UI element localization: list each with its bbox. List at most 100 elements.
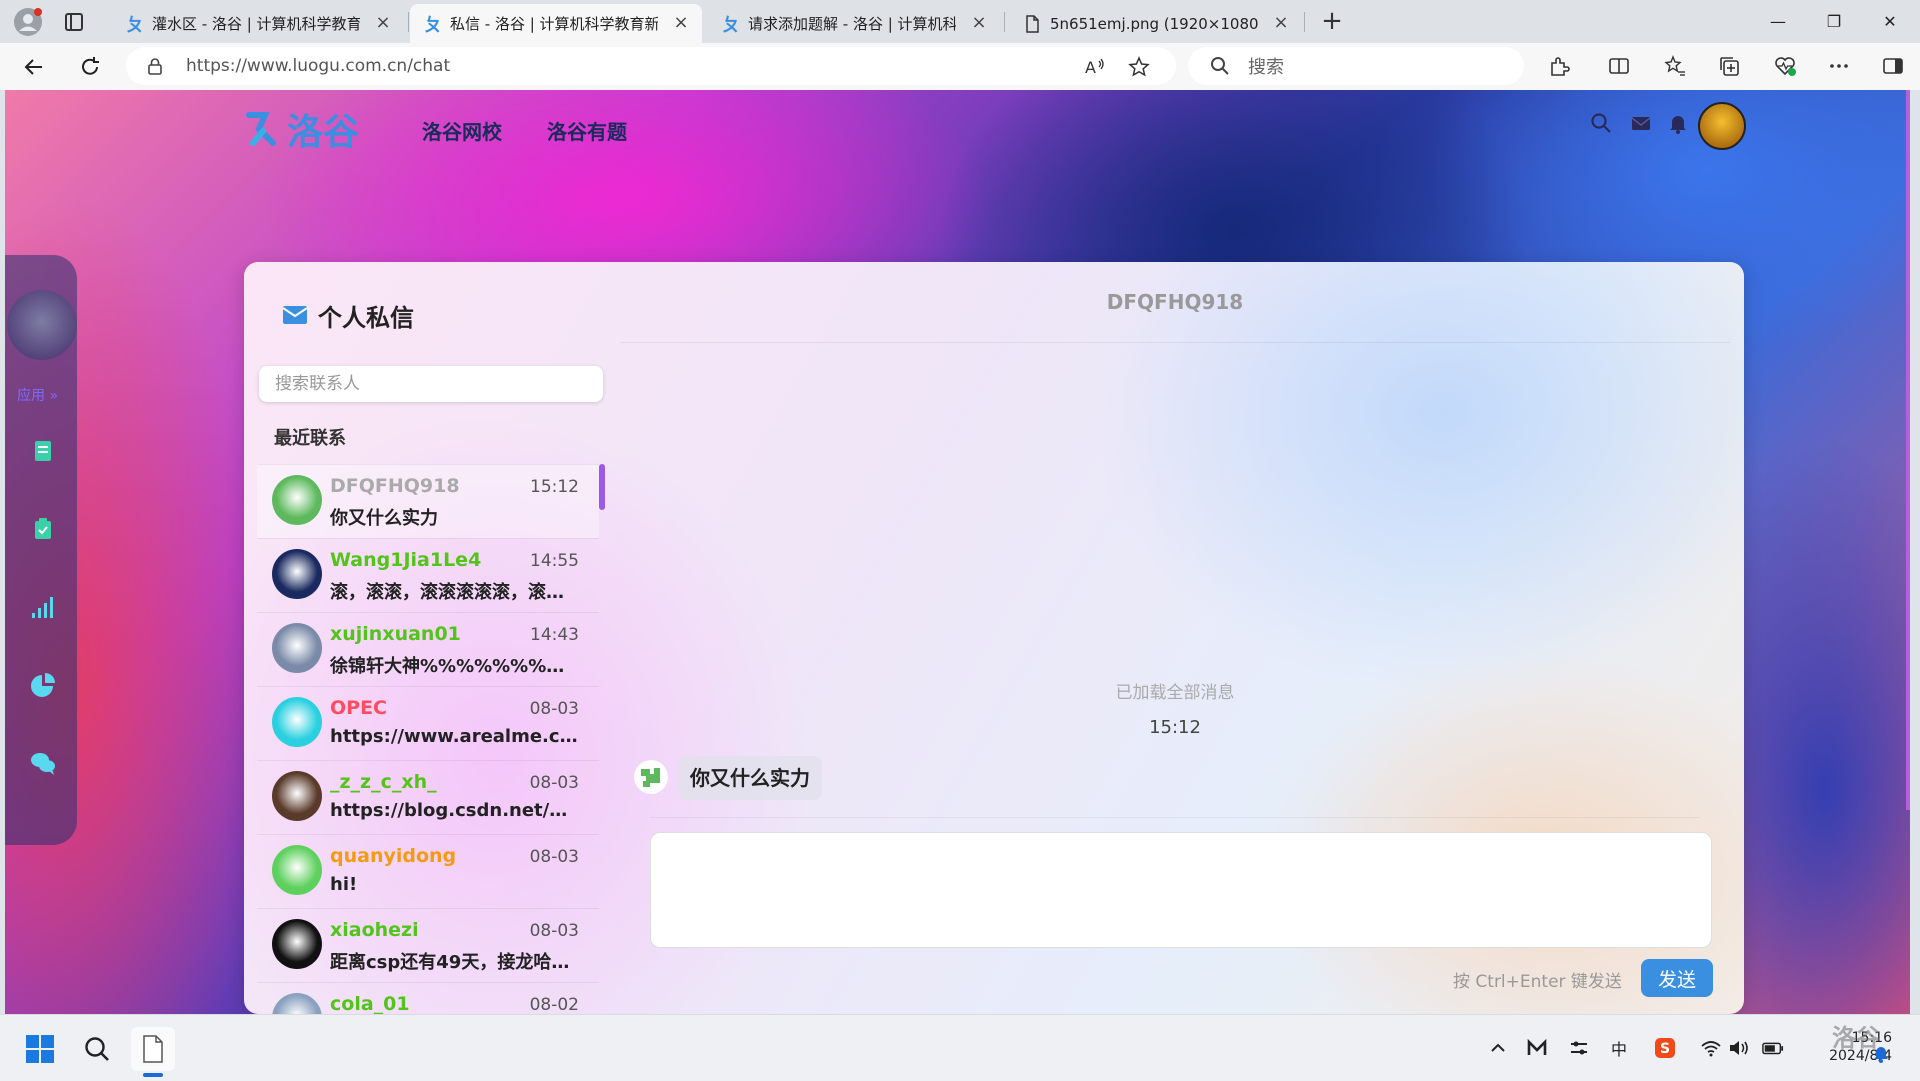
pie-chart-icon[interactable] — [29, 671, 57, 699]
tab-close-icon[interactable]: × — [970, 14, 988, 32]
browser-tab-active[interactable]: ㄆ 私信 - 洛谷 | 计算机科学教育新生 × — [410, 4, 702, 43]
contact-avatar[interactable] — [272, 845, 322, 895]
search-icon — [1211, 57, 1229, 75]
signal-bars-icon[interactable] — [29, 593, 57, 621]
battery-icon[interactable] — [1762, 1037, 1784, 1059]
contact-avatar[interactable] — [272, 475, 322, 525]
ime-indicator[interactable]: 中 — [1608, 1037, 1630, 1059]
svg-text:A: A — [1085, 58, 1096, 77]
taskbar-file-app[interactable] — [131, 1027, 175, 1071]
volume-icon[interactable] — [1728, 1037, 1750, 1059]
sender-avatar[interactable] — [634, 760, 668, 794]
tray-app-m-icon[interactable] — [1526, 1037, 1548, 1059]
split-screen-button[interactable] — [1606, 53, 1632, 79]
contact-item[interactable]: _z_z_c_xh_ 08-03 https://blog.csdn.net/wei… — [257, 760, 599, 834]
bell-icon[interactable] — [1667, 112, 1689, 134]
read-aloud-icon[interactable]: A — [1084, 56, 1106, 78]
compose-divider — [650, 817, 1700, 818]
luogu-logo-icon — [246, 112, 276, 146]
nav-luogu-problems[interactable]: 洛谷有题 — [547, 116, 627, 145]
message-compose-input[interactable] — [650, 832, 1712, 948]
browser-tab[interactable]: ㄆ 灌水区 - 洛谷 | 计算机科学教育新 × — [112, 4, 404, 43]
book-icon[interactable] — [29, 437, 57, 465]
user-avatar[interactable] — [1698, 102, 1746, 150]
performance-button[interactable] — [1772, 53, 1798, 79]
send-shortcut-hint: 按 Ctrl+Enter 键发送 — [1453, 972, 1622, 992]
address-bar[interactable]: https://www.luogu.com.cn/chat A — [126, 47, 1176, 85]
tray-settings-icon[interactable] — [1568, 1037, 1590, 1059]
favorites-button[interactable] — [1662, 53, 1688, 79]
tab-divider — [408, 12, 409, 32]
tab-close-icon[interactable]: × — [1272, 14, 1290, 32]
contact-item[interactable]: OPEC 08-03 https://www.arealme.com/... — [257, 686, 599, 760]
mail-icon[interactable] — [1630, 112, 1652, 134]
nav-luogu-school[interactable]: 洛谷网校 — [422, 116, 502, 145]
contact-list-scrollbar[interactable] — [599, 464, 605, 510]
tab-title: 5n651emj.png (1920×1080) — [1050, 14, 1258, 33]
favorite-star-icon[interactable] — [1128, 56, 1150, 78]
reload-button[interactable] — [74, 51, 106, 83]
send-button[interactable]: 发送 — [1641, 959, 1713, 997]
close-window-button[interactable]: ✕ — [1862, 0, 1918, 43]
file-icon — [143, 1035, 163, 1063]
browser-tab[interactable]: 5n651emj.png (1920×1080) × — [1010, 4, 1302, 43]
minimize-button[interactable]: — — [1750, 0, 1806, 43]
profile-button[interactable] — [12, 6, 44, 38]
clipboard-icon[interactable] — [29, 515, 57, 543]
contact-search-input[interactable] — [259, 366, 603, 402]
tab-divider — [1304, 12, 1305, 32]
contact-time: 08-03 — [529, 847, 579, 867]
sidebar-toggle-button[interactable] — [1880, 53, 1906, 79]
page-viewport: 洛谷 洛谷网校 洛谷有题 应用 » 个人私信 搜索联系人 最近联系 DFQFHQ… — [5, 90, 1910, 1014]
wifi-icon[interactable] — [1700, 1037, 1722, 1059]
browser-tab[interactable]: ㄆ 请求添加题解 - 洛谷 | 计算机科学 × — [708, 4, 1000, 43]
contact-last-message: 徐锦轩大神%%%%%%%%%... — [330, 656, 582, 677]
sogou-input-icon[interactable]: S — [1654, 1037, 1676, 1059]
contact-item[interactable]: cola_01 08-02 — [257, 982, 599, 1014]
contact-item[interactable]: xujinxuan01 14:43 徐锦轩大神%%%%%%%%%... — [257, 612, 599, 686]
start-button[interactable] — [18, 1027, 62, 1071]
back-button[interactable] — [18, 51, 50, 83]
contact-avatar[interactable] — [272, 993, 322, 1014]
lock-icon — [148, 58, 162, 75]
contact-avatar[interactable] — [272, 549, 322, 599]
contact-name: OPEC — [330, 697, 387, 719]
page-scrollbar[interactable] — [1906, 90, 1910, 810]
tab-close-icon[interactable]: × — [672, 14, 690, 32]
contact-item[interactable]: DFQFHQ918 15:12 你又什么实力 — [257, 464, 599, 538]
active-app-indicator — [143, 1073, 163, 1077]
back-arrow-icon — [24, 59, 42, 75]
contact-time: 14:43 — [530, 625, 579, 645]
contact-item[interactable]: quanyidong 08-03 hi! — [257, 834, 599, 908]
contact-name: xiaohezi — [330, 919, 419, 941]
contact-item[interactable]: Wang1Jia1Le4 14:55 滚，滚滚，滚滚滚滚滚，滚… — [257, 538, 599, 612]
contact-avatar[interactable] — [272, 697, 322, 747]
luogu-favicon-icon: ㄆ — [126, 15, 144, 34]
tray-overflow-icon[interactable] — [1487, 1037, 1509, 1059]
contact-avatar[interactable] — [272, 771, 322, 821]
more-menu-button[interactable] — [1826, 53, 1852, 79]
extensions-button[interactable] — [1546, 53, 1572, 79]
rail-apps-label[interactable]: 应用 » — [17, 385, 58, 405]
browser-search-box[interactable]: 搜索 — [1188, 47, 1524, 85]
split-screen-icon — [1609, 58, 1629, 74]
browser-toolbar: https://www.luogu.com.cn/chat A 搜索 — [0, 43, 1920, 90]
new-tab-button[interactable]: + — [1316, 7, 1348, 37]
tab-actions-button[interactable] — [58, 8, 90, 36]
site-logo[interactable]: 洛谷 — [243, 104, 373, 154]
taskbar-search-button[interactable] — [75, 1027, 119, 1071]
contact-time: 14:55 — [530, 551, 579, 571]
collections-button[interactable] — [1716, 53, 1742, 79]
contact-name: DFQFHQ918 — [330, 475, 460, 497]
conversation-title[interactable]: DFQFHQ918 — [620, 290, 1730, 314]
contact-avatar[interactable] — [272, 919, 322, 969]
favorites-icon — [1664, 55, 1685, 76]
windows-taskbar: 中 S 15:16 2024/8/4 — [0, 1014, 1920, 1081]
contact-avatar[interactable] — [272, 623, 322, 673]
restore-button[interactable]: ❐ — [1806, 0, 1862, 43]
search-icon[interactable] — [1590, 112, 1612, 134]
tab-close-icon[interactable]: × — [374, 14, 392, 32]
contact-item[interactable]: xiaohezi 08-03 距离csp还有49天，接龙哈！... — [257, 908, 599, 982]
site-header: 洛谷 洛谷网校 洛谷有题 — [5, 90, 1910, 170]
chat-bubbles-icon[interactable] — [29, 749, 57, 777]
